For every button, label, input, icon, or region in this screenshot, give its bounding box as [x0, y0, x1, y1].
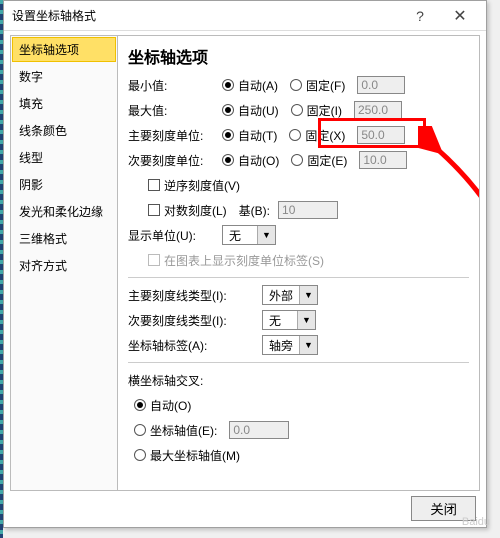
sidebar-item-number[interactable]: 数字 [11, 63, 117, 90]
sidebar-item-axis-options[interactable]: 坐标轴选项 [12, 37, 116, 62]
row-cross-auto: 自动(O) [128, 394, 469, 416]
sidebar-item-line-color[interactable]: 线条颜色 [11, 117, 117, 144]
chk-show-unit-label[interactable]: 在图表上显示刻度单位标签(S) [148, 252, 324, 269]
input-max[interactable] [354, 101, 402, 119]
radio-max-auto[interactable]: 自动(U) [222, 102, 279, 119]
input-cross-value[interactable] [229, 421, 289, 439]
label-display-unit: 显示单位(U): [128, 227, 218, 244]
separator [128, 362, 469, 363]
row-cross-max: 最大坐标轴值(M) [128, 444, 469, 466]
sidebar-item-glow[interactable]: 发光和柔化边缘 [11, 198, 117, 225]
main-panel: 坐标轴选项 最小值: 自动(A) 固定(F) 最大值: 自动(U) 固定(I) … [118, 35, 480, 491]
help-button[interactable]: ? [400, 2, 440, 30]
select-major-tick[interactable]: 外部 ▼ [262, 285, 318, 305]
chk-reverse[interactable]: 逆序刻度值(V) [148, 177, 240, 194]
close-dialog-button[interactable]: 关闭 [411, 496, 476, 521]
label-minor: 次要刻度单位: [128, 152, 218, 169]
titlebar: 设置坐标轴格式 ? ✕ [4, 1, 486, 31]
input-min[interactable] [357, 76, 405, 94]
row-cross-heading: 横坐标轴交叉: [128, 369, 469, 391]
sidebar-item-fill[interactable]: 填充 [11, 90, 117, 117]
row-display-unit: 显示单位(U): 无 ▼ [128, 224, 469, 246]
radio-major-auto[interactable]: 自动(T) [222, 127, 277, 144]
input-minor[interactable] [359, 151, 407, 169]
radio-major-fixed[interactable]: 固定(X) [289, 127, 345, 144]
dialog-footer: 关闭 [4, 496, 486, 521]
chevron-down-icon: ▼ [299, 336, 317, 354]
chevron-down-icon: ▼ [257, 226, 275, 244]
chevron-down-icon: ▼ [299, 286, 317, 304]
radio-minor-fixed[interactable]: 固定(E) [291, 152, 347, 169]
row-minor: 次要刻度单位: 自动(O) 固定(E) [128, 149, 469, 171]
row-minor-tick: 次要刻度线类型(I): 无 ▼ [128, 309, 469, 331]
radio-minor-auto[interactable]: 自动(O) [222, 152, 279, 169]
label-major-tick: 主要刻度线类型(I): [128, 287, 258, 304]
label-base: 基(B): [239, 202, 270, 219]
row-max: 最大值: 自动(U) 固定(I) [128, 99, 469, 121]
radio-cross-value[interactable]: 坐标轴值(E): [134, 422, 217, 439]
label-max: 最大值: [128, 102, 218, 119]
select-minor-tick[interactable]: 无 ▼ [262, 310, 316, 330]
row-logscale: 对数刻度(L) 基(B): [128, 199, 469, 221]
input-major[interactable] [357, 126, 405, 144]
dialog-window: 设置坐标轴格式 ? ✕ 坐标轴选项 数字 填充 线条颜色 线型 阴影 发光和柔化… [3, 0, 487, 528]
select-axis-labels[interactable]: 轴旁 ▼ [262, 335, 318, 355]
row-major: 主要刻度单位: 自动(T) 固定(X) [128, 124, 469, 146]
sidebar-item-3d[interactable]: 三维格式 [11, 225, 117, 252]
chevron-down-icon: ▼ [297, 311, 315, 329]
row-cross-value: 坐标轴值(E): [128, 419, 469, 441]
row-major-tick: 主要刻度线类型(I): 外部 ▼ [128, 284, 469, 306]
radio-max-fixed[interactable]: 固定(I) [291, 102, 342, 119]
sidebar: 坐标轴选项 数字 填充 线条颜色 线型 阴影 发光和柔化边缘 三维格式 对齐方式 [10, 35, 118, 491]
radio-min-fixed[interactable]: 固定(F) [290, 77, 345, 94]
input-base[interactable] [278, 201, 338, 219]
select-display-unit[interactable]: 无 ▼ [222, 225, 276, 245]
row-show-unit-label: 在图表上显示刻度单位标签(S) [128, 249, 469, 271]
sidebar-item-align[interactable]: 对齐方式 [11, 252, 117, 279]
row-axis-labels: 坐标轴标签(A): 轴旁 ▼ [128, 334, 469, 356]
row-min: 最小值: 自动(A) 固定(F) [128, 74, 469, 96]
sidebar-item-shadow[interactable]: 阴影 [11, 171, 117, 198]
radio-cross-auto[interactable]: 自动(O) [134, 397, 191, 414]
label-axis-labels: 坐标轴标签(A): [128, 337, 258, 354]
dialog-body: 坐标轴选项 数字 填充 线条颜色 线型 阴影 发光和柔化边缘 三维格式 对齐方式… [10, 35, 480, 491]
close-button[interactable]: ✕ [440, 2, 480, 30]
label-cross-heading: 横坐标轴交叉: [128, 372, 203, 389]
separator [128, 277, 469, 278]
label-minor-tick: 次要刻度线类型(I): [128, 312, 258, 329]
radio-min-auto[interactable]: 自动(A) [222, 77, 278, 94]
titlebar-title: 设置坐标轴格式 [12, 7, 400, 24]
row-reverse: 逆序刻度值(V) [128, 174, 469, 196]
chk-logscale[interactable]: 对数刻度(L) [148, 202, 227, 219]
sidebar-item-line-style[interactable]: 线型 [11, 144, 117, 171]
section-title: 坐标轴选项 [128, 44, 469, 68]
radio-cross-max[interactable]: 最大坐标轴值(M) [134, 447, 240, 464]
label-min: 最小值: [128, 77, 218, 94]
label-major: 主要刻度单位: [128, 127, 218, 144]
